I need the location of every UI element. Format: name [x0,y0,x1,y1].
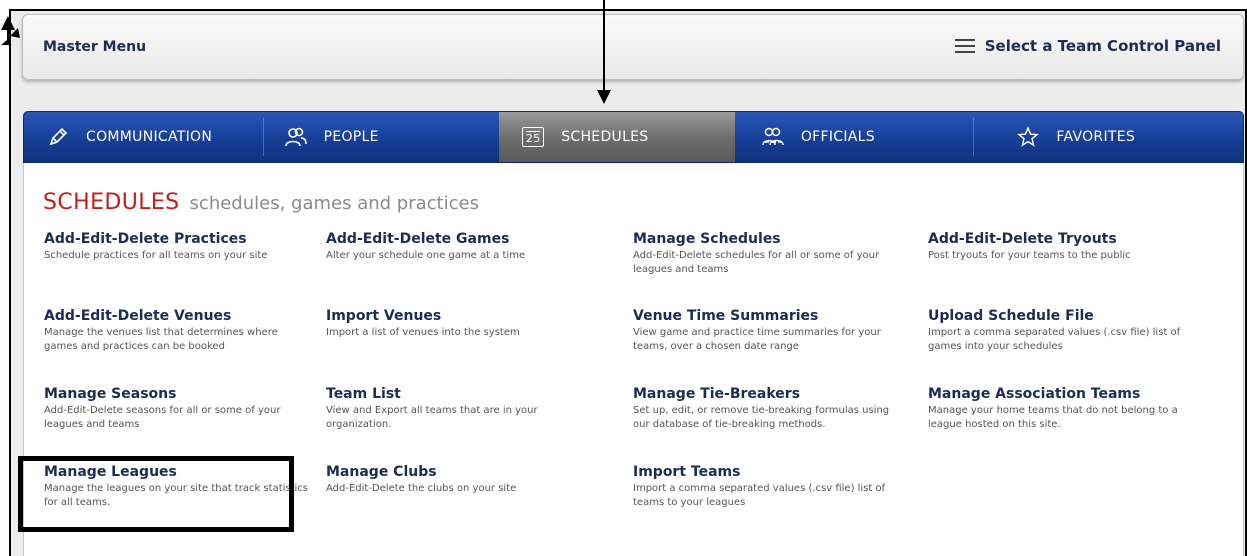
menu-item-add-edit-delete-games[interactable]: Add-Edit-Delete Games Alter your schedul… [326,231,596,263]
menu-item-manage-association-teams[interactable]: Manage Association Teams Manage your hom… [928,386,1198,432]
menu-item-desc: Set up, edit, or remove tie-breaking for… [633,405,890,430]
menu-item-team-list[interactable]: Team List View and Export all teams that… [326,386,596,432]
menu-item-desc: Import a comma separated values (.csv fi… [633,483,886,508]
menu-item-desc: Add-Edit-Delete the clubs on your site [326,483,517,494]
menu-item-add-edit-delete-tryouts[interactable]: Add-Edit-Delete Tryouts Post tryouts for… [928,231,1198,263]
menu-item-title[interactable]: Add-Edit-Delete Games [326,231,596,248]
tab-officials[interactable]: OFFICIALS [735,112,975,162]
menu-item-desc: Import a comma separated values (.csv fi… [928,327,1181,352]
menu-item-title[interactable]: Manage Seasons [44,386,314,403]
menu-item-manage-tie-breakers[interactable]: Manage Tie-Breakers Set up, edit, or rem… [633,386,903,432]
menu-item-desc: Add-Edit-Delete seasons for all or some … [44,405,281,430]
menu-item-desc: Add-Edit-Delete schedules for all or som… [633,250,880,275]
menu-item-title[interactable]: Manage Clubs [326,464,596,481]
tab-communication[interactable]: COMMUNICATION [24,112,264,162]
menu-item-title[interactable]: Manage Schedules [633,231,903,248]
arrow-to-master-menu-corner [1,16,15,44]
arrow-to-schedules-tab [597,0,611,104]
menu-item-add-edit-delete-practices[interactable]: Add-Edit-Delete Practices Schedule pract… [44,231,314,263]
menu-item-title[interactable]: Upload Schedule File [928,308,1198,325]
highlight-box [18,456,294,532]
section-title: SCHEDULES [43,190,180,215]
menu-item-upload-schedule-file[interactable]: Upload Schedule File Import a comma sepa… [928,308,1198,354]
people-icon [284,125,308,149]
menu-item-manage-schedules[interactable]: Manage Schedules Add-Edit-Delete schedul… [633,231,903,277]
menu-item-desc: Schedule practices for all teams on your… [44,250,268,261]
menu-item-title[interactable]: Manage Tie-Breakers [633,386,903,403]
pencil-icon [46,125,70,149]
menu-item-desc: Import a list of venues into the system [326,327,520,338]
menu-item-title[interactable]: Manage Association Teams [928,386,1198,403]
menu-item-desc: Manage your home teams that do not belon… [928,405,1178,430]
tab-people[interactable]: PEOPLE [264,112,500,162]
team-control-panel-link[interactable]: Select a Team Control Panel [954,37,1221,55]
star-icon [1016,125,1040,149]
menu-item-title[interactable]: Add-Edit-Delete Practices [44,231,314,248]
tab-schedules[interactable]: 25 SCHEDULES [499,112,735,162]
menu-item-desc: Post tryouts for your teams to the publi… [928,250,1131,261]
menu-item-import-teams[interactable]: Import Teams Import a comma separated va… [633,464,903,510]
main-nav: COMMUNICATION PEOPLE 25 SCHEDULES OFFICI… [23,111,1244,163]
menu-item-venue-time-summaries[interactable]: Venue Time Summaries View game and pract… [633,308,903,354]
menu-item-desc: Manage the venues list that determines w… [44,327,278,352]
menu-item-title[interactable]: Import Venues [326,308,596,325]
menu-item-title[interactable]: Team List [326,386,596,403]
menu-item-import-venues[interactable]: Import Venues Import a list of venues in… [326,308,596,340]
section-subtitle: schedules, games and practices [189,193,479,214]
menu-item-desc: View game and practice time summaries fo… [633,327,881,352]
tab-officials-label: OFFICIALS [800,129,875,145]
menu-item-title[interactable]: Add-Edit-Delete Venues [44,308,314,325]
hamburger-icon [954,39,975,53]
master-menu-bar: Master Menu Select a Team Control Panel [22,14,1244,80]
section-heading: SCHEDULES schedules, games and practices [43,190,479,215]
tab-communication-label: COMMUNICATION [86,129,213,145]
menu-item-title[interactable]: Add-Edit-Delete Tryouts [928,231,1198,248]
team-control-panel-label: Select a Team Control Panel [984,37,1221,55]
menu-item-title[interactable]: Import Teams [633,464,903,481]
menu-item-manage-seasons[interactable]: Manage Seasons Add-Edit-Delete seasons f… [44,386,314,432]
tab-schedules-label: SCHEDULES [561,129,649,145]
master-menu-link[interactable]: Master Menu [43,39,146,55]
menu-item-desc: Alter your schedule one game at a time [326,250,526,261]
officials-icon [761,125,785,149]
tab-people-label: PEOPLE [323,129,379,145]
menu-item-add-edit-delete-venues[interactable]: Add-Edit-Delete Venues Manage the venues… [44,308,314,354]
menu-item-desc: View and Export all teams that are in yo… [326,405,538,430]
calendar-icon: 25 [521,125,545,149]
menu-item-title[interactable]: Venue Time Summaries [633,308,903,325]
tab-favorites-label: FAVORITES [1056,129,1136,145]
menu-item-manage-clubs[interactable]: Manage Clubs Add-Edit-Delete the clubs o… [326,464,596,496]
tab-favorites[interactable]: FAVORITES [974,112,1243,162]
